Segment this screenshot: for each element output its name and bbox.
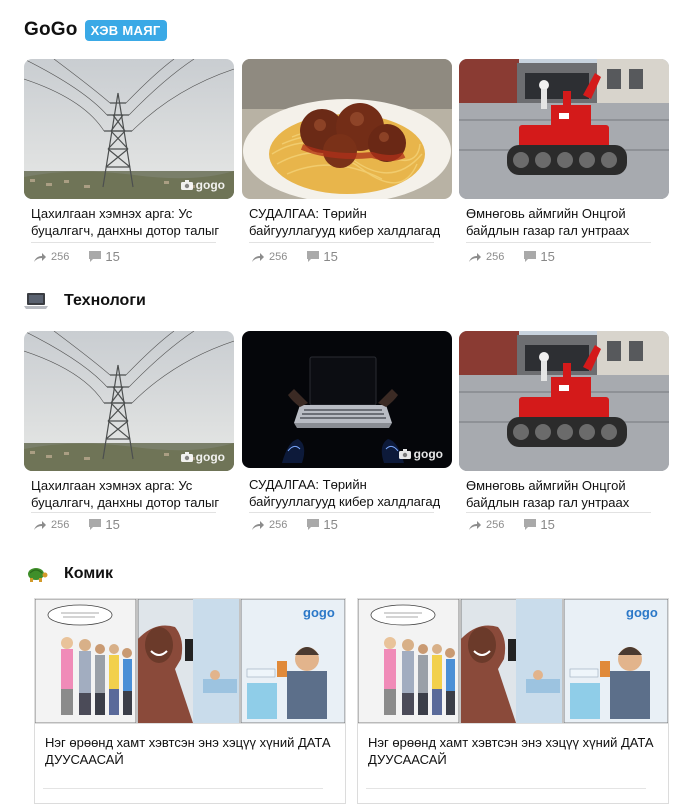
firefighting-robot-image — [459, 331, 669, 471]
article-thumbnail[interactable]: gogo — [24, 331, 234, 471]
comment-count: 15 — [105, 249, 120, 264]
article-card[interactable]: Өмнөговь аймгийн Онцгой байдлын газар га… — [459, 59, 669, 264]
comment-icon[interactable] — [307, 519, 320, 530]
article-thumbnail[interactable]: gogo — [242, 331, 452, 468]
article-title[interactable]: Цахилгаан хэмнэх арга: Ус буцалгагч, дан… — [31, 477, 231, 511]
site-logo[interactable]: GoGo — [24, 19, 78, 41]
divider — [249, 512, 434, 513]
comment-count: 15 — [540, 249, 555, 264]
gogo-watermark: gogo — [180, 178, 225, 192]
comment-count: 15 — [323, 249, 338, 264]
gogo-watermark: gogo — [180, 450, 225, 464]
section-header-comic: Комик — [24, 565, 113, 583]
firefighting-robot-image — [459, 59, 669, 199]
comic-illustration: gogo — [358, 599, 668, 723]
comic-caption-box: Нэг өрөөнд хамт хэвтсэн энэ хэцүү хүний … — [357, 724, 669, 804]
article-stats: 256 15 — [34, 249, 120, 264]
category-badge[interactable]: ХЭВ МАЯГ — [84, 19, 167, 41]
comic-card[interactable]: gogo Нэг өрөөнд хамт хэвтсэн энэ хэцүү х… — [357, 598, 669, 804]
article-thumbnail[interactable] — [242, 59, 452, 199]
article-stats: 256 15 — [469, 517, 555, 532]
comic-strip-image[interactable]: gogo — [357, 598, 669, 724]
share-icon[interactable] — [34, 520, 46, 530]
camera-icon — [398, 449, 411, 459]
share-count: 256 — [486, 518, 505, 531]
comic-title[interactable]: Нэг өрөөнд хамт хэвтсэн энэ хэцүү хүний … — [368, 734, 663, 768]
share-icon[interactable] — [34, 252, 46, 262]
laptop-icon — [24, 293, 48, 309]
share-count: 256 — [51, 250, 70, 263]
article-thumbnail[interactable] — [459, 331, 669, 471]
share-icon[interactable] — [252, 252, 264, 262]
divider — [466, 242, 651, 243]
article-stats: 256 15 — [469, 249, 555, 264]
site-header: GoGo ХЭВ МАЯГ — [24, 19, 167, 41]
camera-icon — [180, 452, 193, 462]
article-title[interactable]: СУДАЛГАА: Төрийн байгууллагууд кибер хал… — [249, 205, 449, 239]
comment-count: 15 — [105, 517, 120, 532]
comment-icon[interactable] — [89, 519, 102, 530]
divider — [31, 512, 216, 513]
gogo-watermark: gogo — [398, 447, 443, 461]
comment-icon[interactable] — [307, 251, 320, 262]
share-icon[interactable] — [469, 252, 481, 262]
share-count: 256 — [269, 250, 288, 263]
comment-icon[interactable] — [524, 519, 537, 530]
article-card[interactable]: gogo Цахилгаан хэмнэх арга: Ус буцалгагч… — [24, 59, 234, 264]
article-title[interactable]: Өмнөговь аймгийн Онцгой байдлын газар га… — [466, 477, 666, 511]
svg-text:gogo: gogo — [303, 605, 335, 620]
watermark-text: gogo — [195, 178, 225, 192]
share-count: 256 — [269, 518, 288, 531]
article-thumbnail[interactable] — [459, 59, 669, 199]
article-card[interactable]: СУДАЛГАА: Төрийн байгууллагууд кибер хал… — [242, 59, 452, 264]
divider — [31, 242, 216, 243]
spaghetti-image — [242, 59, 452, 199]
comic-caption-box: Нэг өрөөнд хамт хэвтсэн энэ хэцүү хүний … — [34, 724, 346, 804]
svg-text:gogo: gogo — [626, 605, 658, 620]
share-icon[interactable] — [252, 520, 264, 530]
turtle-icon — [28, 568, 48, 582]
comment-count: 15 — [540, 517, 555, 532]
comic-card[interactable]: gogo Нэг өрөөнд хамт хэвтсэн энэ хэцүү х… — [34, 598, 346, 804]
article-stats: 256 15 — [252, 249, 338, 264]
divider — [366, 788, 646, 789]
article-title[interactable]: Цахилгаан хэмнэх арга: Ус буцалгагч, дан… — [31, 205, 231, 239]
share-icon[interactable] — [469, 520, 481, 530]
article-card[interactable]: gogo СУДАЛГАА: Төрийн байгууллагууд кибе… — [242, 331, 452, 532]
article-card[interactable]: gogo Цахилгаан хэмнэх арга: Ус буцалгагч… — [24, 331, 234, 532]
comment-icon[interactable] — [89, 251, 102, 262]
section-header-technology: Технологи — [24, 292, 146, 310]
article-stats: 256 15 — [34, 517, 120, 532]
comic-title[interactable]: Нэг өрөөнд хамт хэвтсэн энэ хэцүү хүний … — [45, 734, 340, 768]
article-title[interactable]: Өмнөговь аймгийн Онцгой байдлын газар га… — [466, 205, 666, 239]
divider — [43, 788, 323, 789]
divider — [466, 512, 651, 513]
watermark-text: gogo — [195, 450, 225, 464]
section-title[interactable]: Комик — [64, 565, 113, 583]
article-thumbnail[interactable]: gogo — [24, 59, 234, 199]
article-card[interactable]: Өмнөговь аймгийн Онцгой байдлын газар га… — [459, 331, 669, 532]
share-count: 256 — [51, 518, 70, 531]
comment-count: 15 — [323, 517, 338, 532]
section-title[interactable]: Технологи — [64, 292, 146, 310]
watermark-text: gogo — [413, 447, 443, 461]
camera-icon — [180, 180, 193, 190]
comic-strip-image[interactable]: gogo — [34, 598, 346, 724]
share-count: 256 — [486, 250, 505, 263]
article-stats: 256 15 — [252, 517, 338, 532]
comic-illustration: gogo — [35, 599, 345, 723]
article-title[interactable]: СУДАЛГАА: Төрийн байгууллагууд кибер хал… — [249, 476, 449, 510]
divider — [249, 242, 434, 243]
comment-icon[interactable] — [524, 251, 537, 262]
